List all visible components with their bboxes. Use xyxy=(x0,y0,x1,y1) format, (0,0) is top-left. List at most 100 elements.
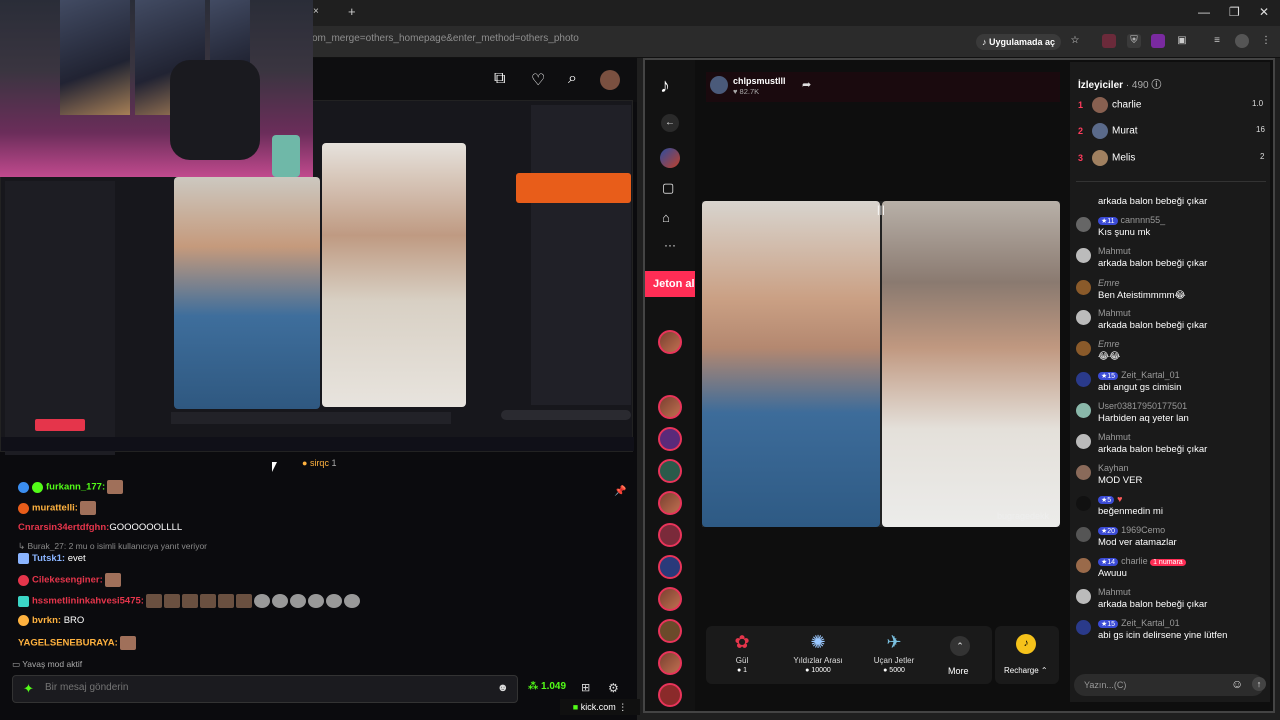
url-text[interactable]: om_merge=others_homepage&enter_method=ot… xyxy=(312,33,579,44)
chat-input-box[interactable]: ✦ ☻ xyxy=(12,675,518,703)
live-avatar[interactable] xyxy=(658,683,682,707)
profile-avatar[interactable] xyxy=(1235,34,1249,48)
level-badge: ★14 xyxy=(1098,558,1119,566)
host-name[interactable]: chlpsmustlll xyxy=(733,76,786,86)
top-viewer[interactable]: 3 Melis xyxy=(1078,150,1135,166)
theater-icon[interactable]: ⧉ xyxy=(494,70,505,88)
shield-icon[interactable]: ⛨ xyxy=(1127,34,1141,48)
menu-icon[interactable]: ⋮ xyxy=(1259,34,1273,48)
comment-avatar xyxy=(1076,403,1091,418)
live-avatar[interactable] xyxy=(658,459,682,483)
gift-icon[interactable]: ⊞ xyxy=(581,681,590,694)
more-gifts-button[interactable]: More xyxy=(948,666,969,676)
comment-user[interactable]: ★15 Zeit_Kartal_01 xyxy=(1098,618,1180,628)
audio-icon: ||| xyxy=(877,205,885,216)
chat-user[interactable]: YAGELSENEBURAYA: xyxy=(18,638,118,649)
video-icon[interactable]: ▢ xyxy=(662,180,674,196)
comment-user[interactable]: Emre xyxy=(1098,339,1120,349)
sparkle-icon[interactable]: ✦ xyxy=(23,681,34,697)
viewer-avatar xyxy=(1092,97,1108,113)
live-avatar[interactable] xyxy=(658,587,682,611)
emoji-icon[interactable]: ☺ xyxy=(1231,677,1243,691)
minimize-button[interactable]: — xyxy=(1198,5,1210,19)
viewer-number: 1 xyxy=(331,458,337,468)
gift-jets[interactable]: ✈ Uçan Jetler ● 5000 xyxy=(864,628,924,674)
extension-icon[interactable] xyxy=(1151,34,1165,48)
comment-user[interactable]: Mahmut xyxy=(1098,308,1131,318)
buy-coins-button[interactable]: Jeton al xyxy=(645,271,695,297)
comment-user[interactable]: ★14 charlie 1 numara xyxy=(1098,556,1186,566)
profile-icon[interactable] xyxy=(660,148,680,168)
tab-close-button[interactable]: × xyxy=(313,6,319,17)
chat-user[interactable]: bvrkn: xyxy=(32,615,61,626)
recharge-button[interactable]: ♪ Recharge ⌃ xyxy=(995,626,1059,684)
user-avatar[interactable] xyxy=(600,70,620,90)
send-icon[interactable]: ↑ xyxy=(1252,677,1266,691)
chat-user[interactable]: Cnrarsin34ertdfghn: xyxy=(18,522,109,533)
chevron-up-icon[interactable]: ⌃ xyxy=(950,636,970,656)
comment-user[interactable]: Kayhan xyxy=(1098,463,1129,473)
comment-avatar xyxy=(1076,527,1091,542)
chat-user[interactable]: Cilekesenginer: xyxy=(32,575,103,586)
comment-avatar xyxy=(1076,341,1091,356)
pin-icon[interactable]: 📌 xyxy=(614,486,628,500)
comment: Mahmut arkada balon bebeği çıkar xyxy=(1076,432,1266,458)
heart-icon[interactable]: ♡ xyxy=(531,70,545,90)
top-viewer[interactable]: 1 charlie xyxy=(1078,97,1141,113)
gift-interstellar[interactable]: ✺ Yıldızlar Arası ● 10000 xyxy=(788,628,848,674)
live-avatar[interactable] xyxy=(658,523,682,547)
gift-rose[interactable]: ✿ Gül ● 1 xyxy=(712,628,772,674)
back-icon[interactable]: ← xyxy=(661,114,679,132)
tiktok-logo-icon[interactable]: ♪ xyxy=(660,75,670,98)
chat-message: hssmetlininkahvesi5475: xyxy=(18,594,360,608)
chat-user[interactable]: furkann_177: xyxy=(46,482,105,493)
window-close-button[interactable]: ✕ xyxy=(1259,5,1269,19)
info-icon[interactable]: ⓘ xyxy=(1151,80,1161,91)
comment-user[interactable]: Mahmut xyxy=(1098,432,1131,442)
live-icon[interactable]: ⌂ xyxy=(662,210,670,225)
puzzle-icon[interactable]: ▣ xyxy=(1175,34,1189,48)
settings-gear-icon[interactable]: ⚙ xyxy=(608,681,619,695)
live-avatar[interactable] xyxy=(658,395,682,419)
recharge-text: Recharge xyxy=(1004,666,1039,675)
comment-user[interactable]: Emre xyxy=(1098,278,1120,288)
live-avatar[interactable] xyxy=(658,555,682,579)
comment-user[interactable]: Mahmut xyxy=(1098,246,1131,256)
top-viewer[interactable]: 2 Murat xyxy=(1078,123,1138,139)
bookmark-star-icon[interactable]: ☆ xyxy=(1068,34,1082,48)
chat-text: GOOOOOOLLLL xyxy=(109,522,183,533)
points-display[interactable]: ⁂ 1.049 xyxy=(528,681,566,692)
host-avatar[interactable] xyxy=(710,76,728,94)
search-icon[interactable]: ⌕ xyxy=(568,70,577,88)
live-avatar[interactable] xyxy=(658,330,682,354)
comment-user[interactable]: User03817950177501 xyxy=(1098,401,1187,411)
tiktok-video[interactable]: ||| bugragedekk xyxy=(702,201,1060,527)
comment-user[interactable]: ★11 cannnn55_ xyxy=(1098,215,1165,225)
comment-avatar xyxy=(1076,496,1091,511)
kick-footer-link[interactable]: ■ kick.com ⋮ xyxy=(560,699,640,715)
comment: Mahmut arkada balon bebeği çıkar xyxy=(1076,246,1266,272)
chat-input[interactable] xyxy=(45,682,485,693)
badge-icon xyxy=(18,481,29,493)
new-tab-button[interactable]: + xyxy=(348,4,356,19)
comment-user[interactable]: Mahmut xyxy=(1098,587,1131,597)
emoji-icon[interactable]: ☻ xyxy=(497,682,509,694)
extension-icon[interactable] xyxy=(1102,34,1116,48)
live-avatar[interactable] xyxy=(658,491,682,515)
chat-user[interactable]: hssmetlininkahvesi5475: xyxy=(32,596,144,607)
gift-price: ● 10000 xyxy=(805,667,831,674)
share-icon[interactable]: ➦ xyxy=(802,78,811,91)
live-avatar[interactable] xyxy=(658,427,682,451)
comment-user[interactable]: ★5 ♥ xyxy=(1098,494,1123,504)
comment-user[interactable]: ★20 1969Cemo xyxy=(1098,525,1165,535)
more-icon[interactable]: ··· xyxy=(664,238,676,252)
comment-user[interactable]: ★15 Zeit_Kartal_01 xyxy=(1098,370,1180,380)
chat-user[interactable]: murattelli: xyxy=(32,503,78,514)
live-avatar[interactable] xyxy=(658,651,682,675)
live-avatar[interactable] xyxy=(658,619,682,643)
maximize-button[interactable]: ❐ xyxy=(1229,5,1240,19)
emote-icon xyxy=(119,636,136,650)
media-icon[interactable]: ≡ xyxy=(1210,34,1224,48)
chat-user[interactable]: Tutsk1: xyxy=(32,553,65,564)
open-in-app-button[interactable]: ♪ Uygulamada aç xyxy=(976,34,1062,50)
